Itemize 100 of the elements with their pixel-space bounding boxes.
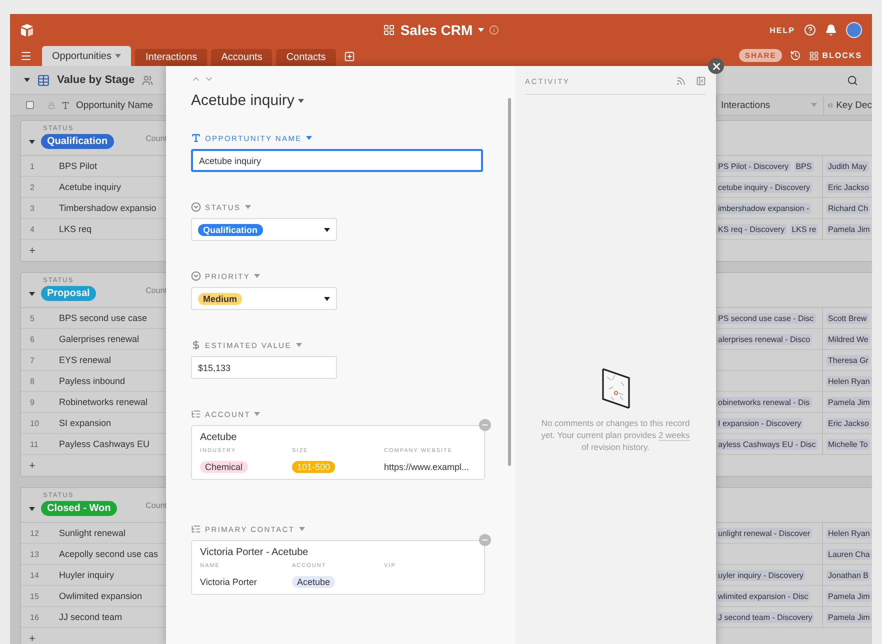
collapse-caret-icon[interactable] xyxy=(29,506,35,510)
table-tab[interactable]: Contacts xyxy=(276,49,336,66)
contact-chip[interactable]: Pamela Jim xyxy=(826,590,872,602)
card-title: Acetube xyxy=(200,432,238,443)
notification-icon[interactable] xyxy=(825,24,837,36)
contact-chip[interactable]: Eric Jackso xyxy=(826,418,871,428)
add-row-button[interactable]: + xyxy=(29,632,36,644)
table-cell-text: Acepolly second use cas xyxy=(59,549,160,559)
help-link[interactable]: HELP xyxy=(770,26,795,34)
scrollbar-thumb[interactable] xyxy=(508,98,511,466)
contact-chip[interactable]: Richard Ch xyxy=(826,202,870,214)
table-cell-text: Payless Cashways EU xyxy=(59,439,151,449)
interaction-chip[interactable]: KS req - Discovery xyxy=(716,224,787,234)
column-header[interactable]: Opportunity Name xyxy=(76,100,154,110)
caret-icon[interactable] xyxy=(298,98,304,102)
interaction-chip[interactable]: uyler inquiry - Discovery xyxy=(716,570,806,580)
table-cell-text: SI expansion xyxy=(59,418,112,428)
grid-view-icon xyxy=(37,74,50,86)
row-number: 15 xyxy=(29,592,40,600)
table-tab[interactable]: Interactions xyxy=(135,49,208,66)
contact-chip[interactable]: Theresa Gr xyxy=(826,354,870,366)
caret-icon[interactable] xyxy=(24,78,30,82)
help-icon[interactable] xyxy=(804,24,816,36)
add-table-icon[interactable] xyxy=(344,51,355,62)
text-field[interactable]: Acetube inquiry xyxy=(191,149,483,172)
interaction-chip[interactable]: imbershadow expansion - xyxy=(716,202,812,214)
table-tab[interactable]: Opportunities xyxy=(42,46,132,66)
linked-list-icon xyxy=(191,524,201,534)
close-icon xyxy=(710,60,722,72)
interaction-chip[interactable]: PS second use case - Disc xyxy=(716,312,816,324)
row-number: 2 xyxy=(29,182,36,192)
lock-icon xyxy=(48,102,55,108)
blocks-button[interactable]: BLOCKS xyxy=(809,50,862,60)
select-field[interactable]: Medium xyxy=(191,287,337,310)
add-row-button[interactable]: + xyxy=(29,460,36,472)
select-field[interactable]: Qualification xyxy=(191,218,337,241)
blocks-icon xyxy=(809,50,820,60)
search-icon[interactable] xyxy=(847,74,858,86)
feed-icon[interactable] xyxy=(676,76,686,86)
collapse-panel-icon[interactable] xyxy=(696,76,706,86)
logo-icon[interactable] xyxy=(20,24,34,36)
interaction-chip[interactable]: I expansion - Discovery xyxy=(716,418,804,428)
row-number: 9 xyxy=(29,398,36,406)
collapse-caret-icon[interactable] xyxy=(29,140,35,144)
interaction-chip[interactable]: PS Pilot - Discovery xyxy=(716,160,791,172)
contact-chip[interactable]: Eric Jackso xyxy=(826,182,871,192)
contact-chip[interactable]: Pamela Jim xyxy=(826,612,872,622)
value-tag: 101-500 xyxy=(292,461,336,473)
checkbox[interactable] xyxy=(26,101,34,109)
caret-icon xyxy=(244,205,251,209)
interaction-chip[interactable]: J second team - Discovery xyxy=(716,612,814,622)
interaction-chip[interactable]: ayless Cashways EU - Disc xyxy=(716,438,818,450)
contact-chip[interactable]: Lauren Cha xyxy=(826,548,872,560)
column-header[interactable]: Key Dec xyxy=(836,100,872,110)
text-field[interactable]: $15,133 xyxy=(191,356,337,379)
contact-chip[interactable]: Mildred We xyxy=(826,334,870,344)
history-icon[interactable] xyxy=(790,50,802,61)
row-number: 4 xyxy=(29,224,36,234)
caret-icon xyxy=(478,28,484,32)
dropdown-icon xyxy=(191,271,201,281)
column-header[interactable]: Interactions xyxy=(721,100,770,110)
avatar[interactable] xyxy=(846,22,862,38)
contact-chip[interactable]: Michelle To xyxy=(826,438,870,450)
info-icon[interactable] xyxy=(488,25,499,35)
table-cell-text: BPS Pilot xyxy=(59,161,98,171)
caret-icon xyxy=(296,343,302,347)
row-number: 1 xyxy=(29,162,36,170)
contact-chip[interactable]: Scott Brew xyxy=(826,312,869,324)
row-number: 6 xyxy=(29,334,36,344)
card-title: Victoria Porter - Acetube xyxy=(200,547,310,558)
contact-chip[interactable]: Jonathan B xyxy=(826,570,870,580)
caret-icon xyxy=(298,527,305,531)
row-number: 14 xyxy=(29,570,40,580)
interaction-chip[interactable]: cetube inquiry - Discovery xyxy=(716,182,812,192)
interaction-chip[interactable]: BPS xyxy=(794,160,814,172)
row-number: 3 xyxy=(29,204,36,212)
contact-chip[interactable]: Helen Ryan xyxy=(826,528,872,538)
contact-chip[interactable]: Pamela Jim xyxy=(826,224,872,234)
option-tag: Qualification xyxy=(198,224,263,236)
table-cell-text: Huyler inquiry xyxy=(59,570,116,580)
interaction-chip[interactable]: obinetworks renewal - Dis xyxy=(716,396,812,408)
menu-icon[interactable] xyxy=(20,50,32,62)
collapse-caret-icon[interactable] xyxy=(29,292,35,296)
people-icon[interactable] xyxy=(142,74,153,86)
add-row-button[interactable]: + xyxy=(29,244,36,256)
contact-chip[interactable]: Pamela Jim xyxy=(826,396,872,408)
row-number: 8 xyxy=(29,376,36,386)
caret-icon xyxy=(254,412,260,416)
app-title[interactable]: Sales CRM xyxy=(400,22,473,38)
table-cell-text: Acetube inquiry xyxy=(59,182,122,192)
contact-chip[interactable]: Judith May xyxy=(826,160,869,172)
view-name[interactable]: Value by Stage xyxy=(57,74,135,86)
count-label: Count xyxy=(146,286,167,295)
interaction-chip[interactable]: alerprises renewal - Disco xyxy=(716,334,812,344)
interaction-chip[interactable]: LKS re xyxy=(790,224,818,234)
table-tab[interactable]: Accounts xyxy=(211,49,272,66)
contact-chip[interactable]: Helen Ryan xyxy=(826,376,872,386)
interaction-chip[interactable]: wlimited expansion - Disc xyxy=(716,590,810,602)
caret-icon xyxy=(306,136,312,140)
interaction-chip[interactable]: unlight renewal - Discover xyxy=(716,528,812,538)
